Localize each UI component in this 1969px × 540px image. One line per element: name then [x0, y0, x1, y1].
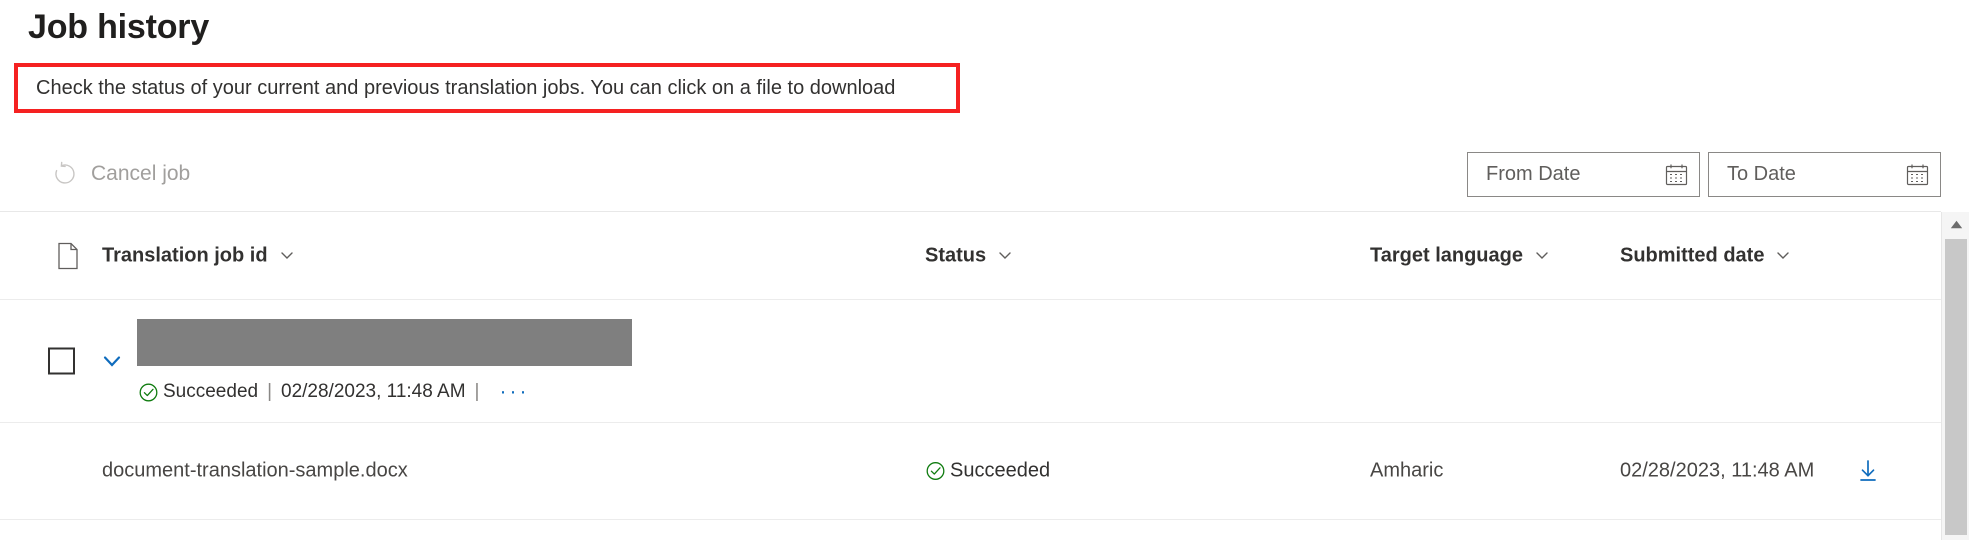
column-header-target-language-label: Target language [1370, 244, 1523, 266]
job-status-badge: Succeeded [138, 381, 258, 403]
cancel-job-label: Cancel job [91, 162, 191, 185]
document-status-badge: Succeeded [925, 460, 1050, 483]
meta-separator-1: | [267, 381, 273, 402]
cancel-icon [52, 161, 78, 187]
to-date-input[interactable]: To Date [1708, 152, 1941, 197]
job-history-table: Translation job id Status Target languag… [0, 212, 1941, 540]
document-target-language: Amharic [1370, 459, 1444, 482]
toolbar: Cancel job From Date To Date [0, 140, 1969, 212]
job-summary-line: Succeeded | 02/28/2023, 11:48 AM | ··· [138, 380, 529, 404]
column-header-job-id-label: Translation job id [102, 244, 268, 266]
column-header-status[interactable]: Status [925, 244, 1015, 267]
scrollbar-thumb[interactable] [1945, 239, 1967, 535]
page-description: Check the status of your current and pre… [36, 76, 896, 99]
column-header-target-language[interactable]: Target language [1370, 244, 1552, 267]
from-date-input[interactable]: From Date [1467, 152, 1700, 197]
calendar-icon[interactable] [1905, 162, 1930, 187]
job-history-page: Job history Check the status of your cur… [0, 0, 1969, 540]
document-submitted-date: 02/28/2023, 11:48 AM [1620, 459, 1815, 482]
scroll-up-button[interactable] [1942, 212, 1969, 237]
download-icon [1860, 460, 1876, 481]
vertical-scrollbar[interactable] [1941, 212, 1969, 540]
chevron-down-icon [999, 252, 1011, 259]
column-header-submitted-date[interactable]: Submitted date [1620, 244, 1793, 267]
row-select-checkbox[interactable] [48, 347, 75, 375]
column-header-submitted-date-label: Submitted date [1620, 244, 1765, 266]
file-column-icon[interactable] [56, 242, 80, 270]
chevron-down-icon [1777, 252, 1790, 259]
download-button[interactable] [1855, 458, 1881, 484]
job-status-text: Succeeded [163, 381, 259, 402]
table-row[interactable]: document-translation-sample.docx Succeed… [0, 423, 1941, 520]
table-row[interactable]: Succeeded | 02/28/2023, 11:48 AM | ··· [0, 300, 1941, 423]
date-filter-group: From Date To Date [1467, 152, 1941, 197]
from-date-placeholder: From Date [1486, 163, 1581, 185]
description-highlight-box: Check the status of your current and pre… [14, 63, 960, 113]
page-title: Job history [28, 8, 210, 46]
cancel-job-button[interactable]: Cancel job [52, 154, 190, 194]
triangle-up-icon [1950, 220, 1962, 229]
job-submitted-date: 02/28/2023, 11:48 AM [281, 381, 466, 402]
success-check-icon [139, 383, 158, 401]
chevron-down-icon [280, 252, 293, 259]
row-expand-chevron-icon[interactable] [97, 346, 127, 376]
to-date-placeholder: To Date [1727, 163, 1796, 185]
document-file-name[interactable]: document-translation-sample.docx [102, 460, 408, 483]
meta-separator-2: | [474, 381, 480, 402]
column-header-status-label: Status [925, 244, 987, 266]
success-check-icon [926, 462, 945, 480]
job-id-redacted-bar [137, 319, 632, 366]
row-overflow-menu-button[interactable]: ··· [499, 380, 529, 404]
document-status-text: Succeeded [950, 459, 1051, 482]
table-header-row: Translation job id Status Target languag… [0, 212, 1941, 300]
calendar-icon[interactable] [1664, 162, 1689, 187]
chevron-down-icon [1536, 252, 1548, 259]
column-header-job-id[interactable]: Translation job id [102, 244, 297, 267]
